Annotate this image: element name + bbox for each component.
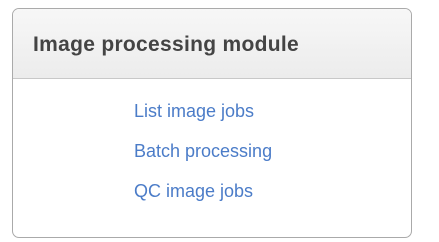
panel-header: Image processing module: [13, 9, 411, 79]
qc-image-jobs-link[interactable]: QC image jobs: [134, 181, 253, 201]
module-link-list: List image jobs Batch processing QC imag…: [134, 91, 411, 211]
panel-body: List image jobs Batch processing QC imag…: [13, 79, 411, 211]
image-processing-panel: Image processing module List image jobs …: [12, 8, 412, 238]
batch-processing-link[interactable]: Batch processing: [134, 141, 272, 161]
list-item: List image jobs: [134, 91, 411, 131]
panel-title: Image processing module: [33, 32, 299, 56]
list-item: QC image jobs: [134, 171, 411, 211]
list-item: Batch processing: [134, 131, 411, 171]
list-image-jobs-link[interactable]: List image jobs: [134, 101, 254, 121]
